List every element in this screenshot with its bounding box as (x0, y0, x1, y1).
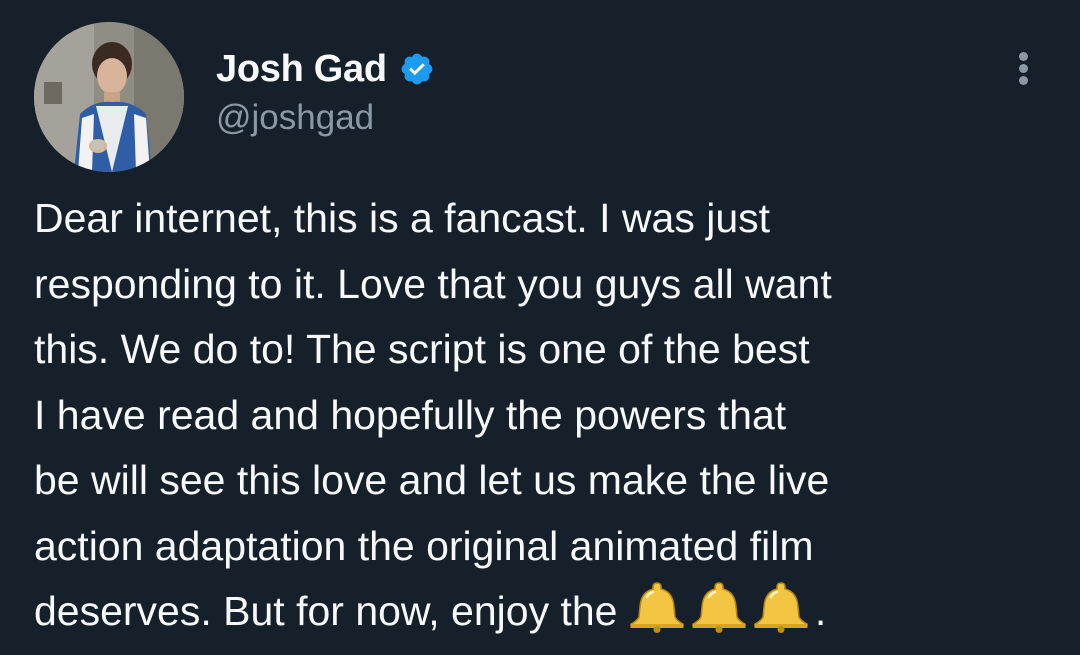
tweet-last-line: deserves. But for now, enjoy the . (34, 579, 1064, 645)
tweet-card: Josh Gad @joshgad Dear internet, this is… (0, 0, 1080, 655)
tweet-line: this. We do to! The script is one of the… (34, 326, 810, 372)
tweet-line: I have read and hopefully the powers tha… (34, 391, 787, 438)
tweet-line: responding to it. Love that you guys all… (34, 260, 832, 307)
tweet-line: be will see this love and let us make th… (34, 457, 830, 503)
tweet-line: action adaptation the original animated … (34, 522, 814, 569)
more-options-button[interactable] (1006, 46, 1042, 90)
author-name-link[interactable]: Josh Gad (216, 46, 435, 92)
tweet-line: Dear internet, this is a fancast. I was … (34, 195, 771, 241)
bell-emoji-icon (692, 582, 746, 633)
tweet-body: Dear internet, this is a fancast. I was … (34, 186, 1064, 645)
more-dot (1019, 64, 1028, 73)
author-display-name: Josh Gad (216, 48, 387, 90)
avatar-photo-icon (34, 22, 184, 172)
more-dot (1019, 76, 1028, 85)
more-vertical-icon (1019, 52, 1028, 61)
tweet-trailing-period: . (814, 588, 827, 634)
tweet-line-text: deserves. But for now, enjoy the (34, 588, 629, 634)
verified-badge-icon (401, 53, 433, 85)
bell-emoji-icon (630, 582, 684, 633)
bell-emoji-icon (754, 582, 808, 633)
author-handle[interactable]: @joshgad (216, 96, 374, 140)
author-avatar[interactable] (34, 22, 184, 172)
